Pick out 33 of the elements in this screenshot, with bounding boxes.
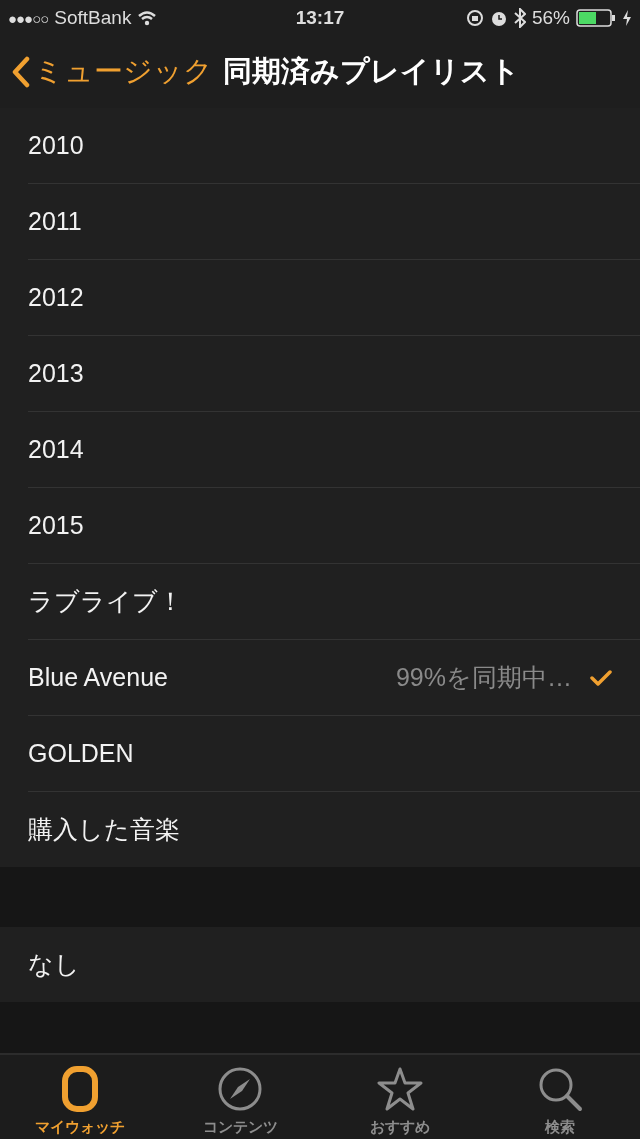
playlist-name[interactable]: 購入した音楽: [28, 813, 612, 846]
battery-icon: [576, 9, 616, 27]
tab[interactable]: おすすめ: [320, 1055, 480, 1139]
sync-status: 99%を同期中…: [395, 662, 572, 693]
playlist-name[interactable]: 2013: [28, 359, 612, 388]
tab[interactable]: コンテンツ: [160, 1055, 320, 1139]
playlist-name[interactable]: 2015: [28, 511, 612, 540]
playlist-name[interactable]: 2011: [28, 207, 612, 236]
back-button[interactable]: ミュージック: [12, 52, 213, 92]
star-icon: [377, 1066, 423, 1112]
playlist-name[interactable]: 2014: [28, 435, 612, 464]
playlist-name[interactable]: 2012: [28, 283, 612, 312]
rotation-lock-icon: [466, 9, 484, 27]
compass-icon: [217, 1066, 263, 1112]
playlist-name[interactable]: Blue Avenue: [28, 663, 396, 692]
carrier-name: SoftBank: [54, 7, 132, 29]
tab[interactable]: 検索: [480, 1055, 640, 1139]
playlist-name[interactable]: GOLDEN: [28, 739, 612, 768]
battery-percent: 56%: [532, 7, 570, 29]
wifi-icon: [137, 10, 158, 26]
playlist-name[interactable]: 2010: [28, 131, 612, 160]
signal-dots: ●●●○○: [8, 9, 49, 27]
tab[interactable]: マイウォッチ: [0, 1055, 160, 1139]
clock-time: 13:17: [295, 7, 345, 29]
bluetooth-icon: [514, 8, 526, 28]
page-title: 同期済みプレイリスト: [223, 54, 520, 89]
charging-icon: [622, 9, 632, 27]
alarm-icon: [490, 9, 508, 27]
chevron-icon: [12, 56, 30, 88]
watch-icon: [60, 1066, 100, 1112]
playlist-name[interactable]: ラブライブ！: [28, 585, 612, 618]
playlist-name[interactable]: なし: [28, 948, 612, 981]
search-icon: [537, 1066, 583, 1112]
